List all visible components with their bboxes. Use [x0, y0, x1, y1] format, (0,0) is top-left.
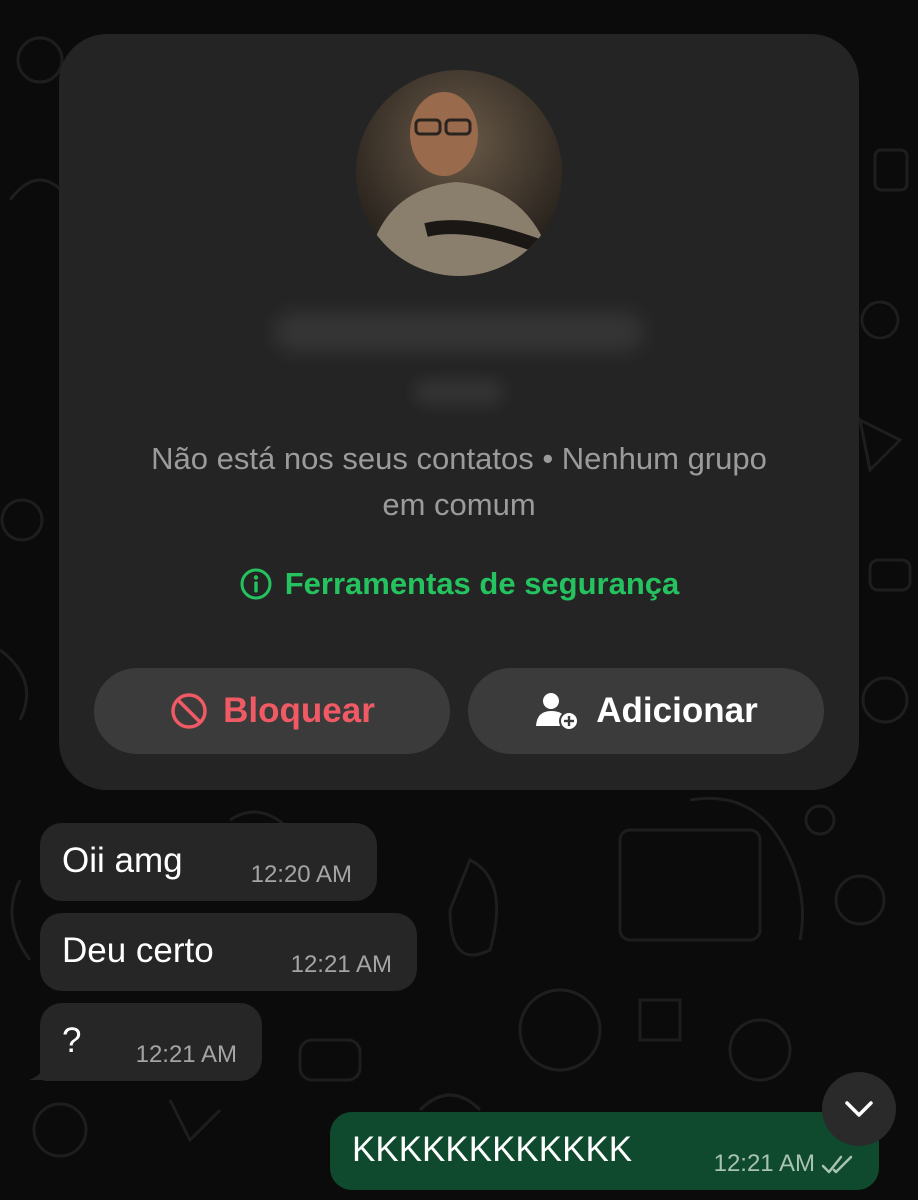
- block-label: Bloquear: [223, 691, 375, 730]
- message-time: 12:20 AM: [250, 861, 352, 888]
- message-text: ?: [62, 1021, 82, 1060]
- contact-info-text: Não está nos seus contatos • Nenhum grup…: [79, 436, 839, 528]
- message-text: KKKKKKKKKKKK: [352, 1130, 633, 1169]
- message-text: Deu certo: [62, 931, 214, 970]
- safety-tools-label: Ferramentas de segurança: [284, 566, 680, 601]
- contact-info-card: Não está nos seus contatos • Nenhum grup…: [59, 34, 859, 790]
- chevron-down-icon: [845, 1101, 873, 1117]
- message-bubble-incoming[interactable]: Deu certo 12:21 AM: [40, 913, 417, 991]
- info-circle-icon: [240, 568, 272, 600]
- contact-name-redacted: [274, 312, 644, 352]
- contact-avatar[interactable]: [356, 70, 562, 276]
- message-bubble-incoming[interactable]: ? 12:21 AM: [40, 1003, 262, 1081]
- block-button[interactable]: Bloquear: [94, 668, 450, 754]
- message-bubble-outgoing[interactable]: KKKKKKKKKKKK 12:21 AM: [330, 1112, 879, 1190]
- scroll-to-bottom-button[interactable]: [822, 1072, 896, 1146]
- add-contact-icon: [536, 693, 580, 731]
- info-line-1: Não está nos seus contatos • Nenhum grup…: [151, 441, 767, 476]
- safety-tools-link[interactable]: Ferramentas de segurança: [59, 562, 859, 606]
- message-time: 12:21 AM: [290, 951, 392, 978]
- message-bubble-incoming[interactable]: Oii amg 12:20 AM: [40, 823, 377, 901]
- add-contact-button[interactable]: Adicionar: [468, 668, 824, 754]
- avatar-photo: [356, 70, 562, 276]
- message-time: 12:21 AM: [135, 1041, 237, 1068]
- add-contact-label: Adicionar: [596, 691, 758, 730]
- contact-subtitle-redacted: [414, 379, 504, 405]
- read-receipt-icon: [821, 1155, 853, 1174]
- message-text: Oii amg: [62, 841, 183, 880]
- message-time: 12:21 AM: [713, 1150, 815, 1177]
- info-line-2: em comum: [382, 487, 536, 522]
- block-icon: [171, 693, 207, 729]
